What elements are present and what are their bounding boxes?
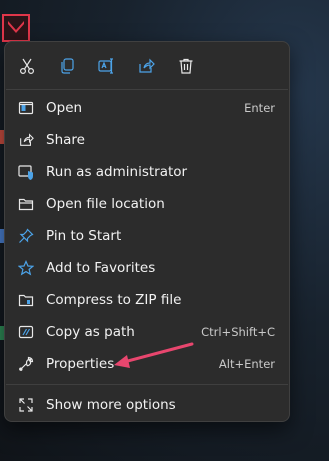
share-icon bbox=[17, 131, 35, 149]
window-icon bbox=[17, 99, 35, 117]
menu-item-label: Compress to ZIP file bbox=[46, 292, 182, 308]
menu-divider bbox=[6, 89, 288, 90]
copy-path-icon bbox=[17, 323, 35, 341]
menu-item-label: Copy as path bbox=[46, 324, 135, 340]
shield-icon bbox=[17, 163, 35, 181]
menu-item-open[interactable]: Open Enter bbox=[5, 92, 289, 124]
menu-item-label: Share bbox=[46, 132, 85, 148]
share-quick-button[interactable] bbox=[132, 52, 160, 80]
copy-button[interactable] bbox=[53, 52, 81, 80]
menu-item-copy-as-path[interactable]: Copy as path Ctrl+Shift+C bbox=[5, 316, 289, 348]
delete-button[interactable] bbox=[172, 52, 200, 80]
shortcut-hint: Ctrl+Shift+C bbox=[201, 325, 275, 339]
scissors-icon bbox=[19, 58, 35, 75]
folder-icon bbox=[17, 195, 35, 213]
menu-item-open-file-location[interactable]: Open file location bbox=[5, 188, 289, 220]
menu-item-properties[interactable]: Properties Alt+Enter bbox=[5, 348, 289, 380]
trash-icon bbox=[179, 58, 193, 74]
menu-item-add-to-favorites[interactable]: Add to Favorites bbox=[5, 252, 289, 284]
shortcut-hint: Enter bbox=[244, 101, 275, 115]
share-icon bbox=[139, 58, 155, 73]
menu-item-pin-to-start[interactable]: Pin to Start bbox=[5, 220, 289, 252]
menu-item-label: Open bbox=[46, 100, 83, 116]
menu-item-share[interactable]: Share bbox=[5, 124, 289, 156]
zip-folder-icon bbox=[17, 291, 35, 309]
quick-actions-bar bbox=[5, 42, 289, 89]
copy-icon bbox=[61, 58, 74, 74]
menu-item-run-as-administrator[interactable]: Run as administrator bbox=[5, 156, 289, 188]
menu-item-label: Show more options bbox=[46, 397, 176, 413]
context-menu: Open Enter Share Run as administrator Op… bbox=[4, 41, 290, 422]
menu-item-label: Open file location bbox=[46, 196, 165, 212]
wrench-icon bbox=[17, 355, 35, 373]
menu-item-show-more-options[interactable]: Show more options bbox=[5, 389, 289, 421]
rename-icon bbox=[98, 58, 113, 74]
menu-item-label: Pin to Start bbox=[46, 228, 122, 244]
menu-item-label: Add to Favorites bbox=[46, 260, 156, 276]
cut-button[interactable] bbox=[13, 52, 41, 80]
menu-item-label: Properties bbox=[46, 356, 115, 372]
rename-button[interactable] bbox=[92, 52, 120, 80]
shortcut-hint: Alt+Enter bbox=[218, 357, 275, 371]
menu-divider bbox=[6, 384, 288, 385]
menu-item-label: Run as administrator bbox=[46, 164, 188, 180]
pin-icon bbox=[17, 227, 35, 245]
desktop-app-icon[interactable] bbox=[2, 14, 30, 42]
expand-icon bbox=[17, 396, 35, 414]
menu-item-compress-to-zip[interactable]: Compress to ZIP file bbox=[5, 284, 289, 316]
star-icon bbox=[17, 259, 35, 277]
